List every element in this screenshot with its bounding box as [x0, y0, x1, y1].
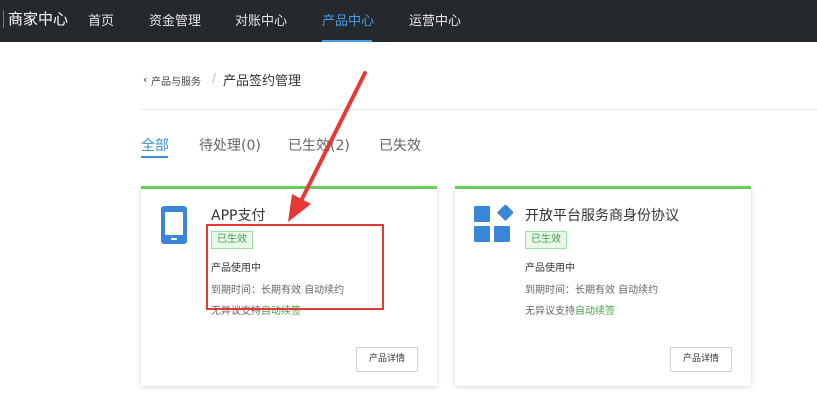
annotation-arrow [288, 71, 367, 222]
